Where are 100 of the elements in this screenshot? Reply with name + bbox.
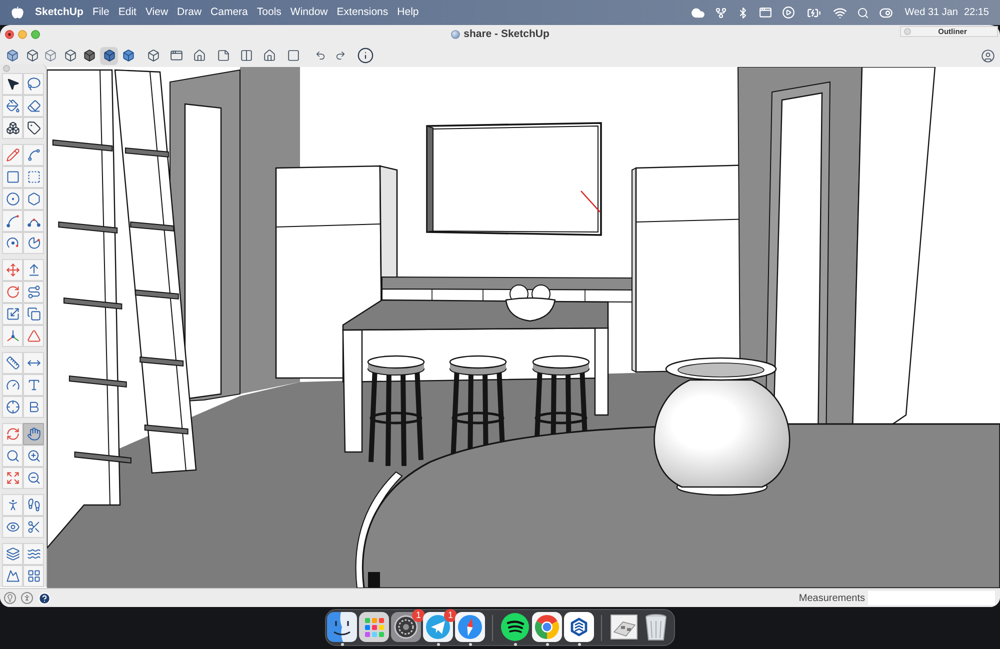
menu-item[interactable]: View [145,4,168,20]
curve-icon [26,148,40,162]
overlapping-squares-icon [26,307,40,321]
menu-bar-time[interactable]: 22:15 [964,5,989,20]
help-icon[interactable] [38,592,51,604]
menu-item[interactable]: Help [397,4,419,20]
note-icon [216,49,230,62]
arc-icon [6,236,20,250]
menu-item[interactable]: Extensions [336,4,388,20]
lasso-icon [26,77,40,91]
app-menu[interactable]: SketchUp [35,4,84,20]
fork-icon[interactable] [714,6,727,18]
zoom-out-icon [26,471,40,485]
route-icon [26,285,40,299]
pie-slice-icon [26,236,40,250]
apple-icon[interactable] [11,6,24,19]
user-icon[interactable] [981,48,995,62]
wifi-icon[interactable] [832,6,847,20]
square-icon [6,170,20,184]
ruler-icon [6,356,20,370]
sound-arcs-icon[interactable] [500,612,530,642]
search-icon [6,449,20,463]
menu-item[interactable]: Camera [210,4,248,20]
app-grid-icon[interactable] [359,612,389,642]
arc-icon [6,214,20,228]
crosshair-icon [6,400,20,414]
menu-item[interactable]: Window [290,4,328,20]
menu-bar-date[interactable]: Wed 31 Jan [904,5,958,20]
measurements-label: Measurements [798,592,865,606]
paper-plane-icon[interactable] [423,612,453,642]
axes-icon [6,329,20,343]
toggle-icon[interactable] [878,6,893,20]
face-icon[interactable] [327,612,357,642]
eraser-icon [26,99,40,113]
hand-icon [26,427,40,441]
cube-icon [44,49,56,62]
hexagon-chevrons-icon[interactable] [564,612,594,642]
waves-icon [26,547,40,561]
play-icon[interactable] [782,6,795,19]
window-icon [170,49,182,62]
move-arrows-icon [6,263,20,277]
close-icon[interactable] [5,30,14,39]
rotate-icon [6,285,20,299]
menu-item[interactable]: Edit [118,4,136,20]
rotate-arrows-icon [6,427,20,441]
info-icon [356,47,374,64]
document-thumbnail-icon[interactable] [609,612,639,642]
pointer-icon [6,77,20,91]
bulb-icon[interactable] [4,592,16,604]
cube-icon [82,49,96,62]
axis-line [580,190,600,212]
menu-item[interactable]: Draw [177,4,202,20]
grid-icon [26,569,40,583]
gear-icon[interactable] [391,612,421,642]
measurements-field[interactable] [868,591,995,605]
sphere-icon [450,30,460,39]
toolbar-button[interactable] [356,46,374,64]
zoom-in-icon [26,449,40,463]
scissors-icon [26,520,40,534]
person-icon[interactable] [21,592,33,604]
scale-icon [6,307,20,321]
menu-item[interactable]: File [92,4,110,20]
cube-icon [6,49,18,62]
cube-icon [26,49,38,62]
cube-icon [102,49,116,62]
cube-icon [122,49,134,62]
window-icon[interactable] [758,6,772,19]
square-icon [286,49,300,62]
footprints-icon [26,498,40,512]
tool-button[interactable] [2,73,23,95]
boxes-icon [6,121,20,135]
expand-arrows-icon [6,471,20,485]
toolbar-button[interactable] [100,46,118,64]
eye-icon [6,520,20,534]
fruit-bowl [505,284,556,322]
cloud-icon[interactable] [690,6,705,20]
dashed-square-icon [26,170,40,184]
tool-button[interactable] [2,117,23,139]
house-icon [192,49,206,62]
hexagon-icon [26,192,40,206]
window-title: share - SketchUp [464,26,550,42]
circle-icon [6,192,20,206]
tool-button[interactable] [23,117,44,139]
house-icon [262,49,276,62]
gauge-icon [6,378,20,392]
triangle-icon [26,329,40,343]
paint-bucket-icon [6,99,20,113]
columns-icon [240,49,252,62]
cube-icon [146,49,160,62]
menu-item[interactable]: Tools [256,4,282,20]
text-icon [26,378,40,392]
cube-icon [64,49,76,62]
maximize-icon[interactable] [31,30,40,39]
undo-icon [314,50,326,61]
mountain-icon [6,569,20,583]
search-icon[interactable] [856,6,869,18]
redo-icon [334,50,346,61]
layers-icon [6,547,20,561]
tag-icon [26,121,40,135]
compass-icon[interactable] [455,612,485,642]
